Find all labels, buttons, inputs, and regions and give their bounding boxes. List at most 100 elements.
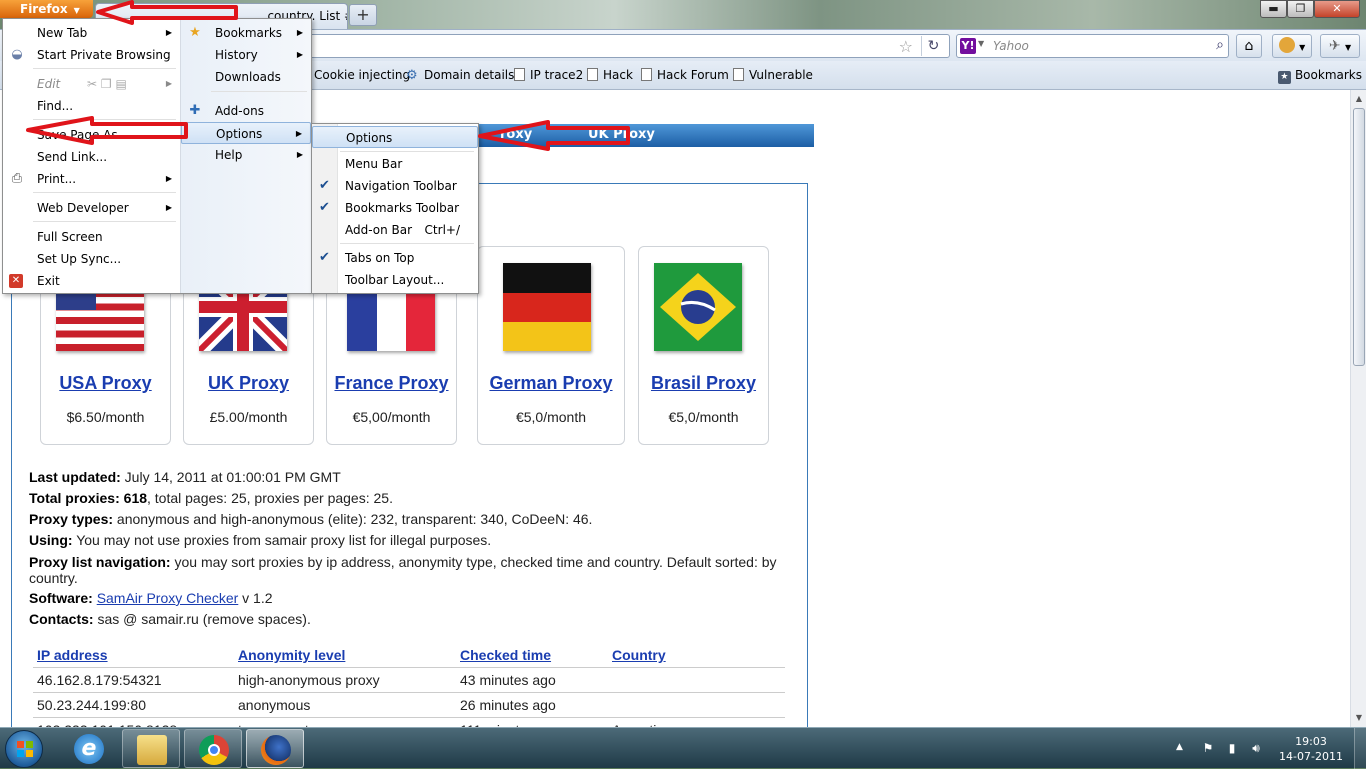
addon-button-2[interactable]: ✈ ▼ bbox=[1320, 34, 1360, 58]
printer-icon: ⎙ bbox=[11, 171, 23, 186]
menu-label: Find... bbox=[37, 99, 74, 113]
system-clock[interactable]: 19:03 14-07-2011 bbox=[1277, 734, 1345, 764]
clock-date: 14-07-2011 bbox=[1279, 750, 1343, 763]
bookmark-item[interactable]: Cookie injecting bbox=[314, 68, 410, 82]
info-label: Software: bbox=[29, 590, 93, 606]
info-value: You may not use proxies from samair prox… bbox=[72, 532, 492, 548]
checkmark-icon: ✔ bbox=[319, 200, 330, 215]
search-icon[interactable]: ⌕ bbox=[1216, 37, 1224, 53]
chevron-right-icon: ▶ bbox=[296, 150, 303, 159]
submenu-item-menu-bar[interactable]: Menu Bar bbox=[312, 153, 478, 175]
scroll-down-arrow-icon[interactable]: ▼ bbox=[1353, 711, 1365, 725]
chevron-down-icon: ▼ bbox=[1345, 43, 1352, 52]
software-link[interactable]: SamAir Proxy Checker bbox=[97, 590, 239, 606]
bookmark-star-icon[interactable]: ☆ bbox=[899, 37, 913, 56]
taskbar-chrome[interactable] bbox=[184, 729, 242, 768]
yahoo-icon[interactable]: Y! bbox=[960, 38, 976, 54]
bookmark-item[interactable]: Hack Forum bbox=[641, 68, 729, 82]
show-desktop-button[interactable] bbox=[1354, 728, 1366, 769]
card-title[interactable]: USA Proxy bbox=[41, 373, 170, 394]
proxy-card-germany[interactable]: German Proxy €5,0/month bbox=[477, 246, 625, 445]
menu-item-history[interactable]: History ▶ bbox=[181, 44, 311, 66]
menu-item-web-developer[interactable]: Web Developer ▶ bbox=[3, 197, 180, 219]
reload-icon[interactable]: ↻ bbox=[921, 36, 945, 56]
column-header-country[interactable]: Country bbox=[608, 645, 785, 668]
chevron-down-icon: ▼ bbox=[1299, 43, 1306, 52]
chevron-down-icon[interactable]: ▼ bbox=[978, 39, 984, 48]
proxy-card-brazil[interactable]: Brasil Proxy €5,0/month bbox=[638, 246, 769, 445]
column-header-checked[interactable]: Checked time bbox=[456, 645, 608, 668]
menu-item-save-page[interactable]: Save Page As... bbox=[3, 124, 180, 146]
submenu-item-toolbar-layout[interactable]: Toolbar Layout... bbox=[312, 269, 478, 291]
vertical-scrollbar[interactable]: ▲ ▼ bbox=[1350, 90, 1366, 727]
table-row: 46.162.8.179:54321 high-anonymous proxy … bbox=[33, 667, 785, 693]
firefox-menu-button[interactable]: Firefox ▼ bbox=[0, 0, 93, 18]
home-button[interactable]: ⌂ bbox=[1236, 34, 1262, 58]
search-bar[interactable]: Y! ▼ Yahoo ⌕ bbox=[956, 34, 1229, 58]
taskbar-firefox[interactable] bbox=[246, 729, 304, 768]
bookmark-item[interactable]: Hack bbox=[587, 68, 633, 82]
menu-item-print[interactable]: ⎙ Print... ▶ bbox=[3, 168, 180, 190]
scroll-up-arrow-icon[interactable]: ▲ bbox=[1353, 92, 1365, 106]
card-price: €5,00/month bbox=[352, 409, 431, 425]
brazil-flag-icon bbox=[654, 263, 742, 351]
new-tab-button[interactable]: + bbox=[349, 4, 377, 26]
info-label: Proxy types: bbox=[29, 511, 114, 527]
nav-link-uk-proxy[interactable]: UK Proxy bbox=[588, 127, 655, 142]
menu-separator bbox=[33, 192, 176, 193]
submenu-item-navigation-toolbar[interactable]: ✔ Navigation Toolbar bbox=[312, 175, 478, 197]
star-icon: ★ bbox=[1277, 71, 1291, 84]
battery-icon[interactable]: ▮ bbox=[1224, 741, 1240, 755]
menu-label: Add-on Bar bbox=[345, 223, 413, 237]
menu-item-bookmarks[interactable]: ★ Bookmarks ▶ bbox=[181, 22, 311, 44]
card-title[interactable]: France Proxy bbox=[327, 373, 456, 394]
menu-item-exit[interactable]: ✕ Exit bbox=[3, 270, 180, 292]
scroll-thumb[interactable] bbox=[1353, 108, 1365, 366]
menu-item-options[interactable]: Options ▶ bbox=[181, 122, 311, 144]
menu-item-downloads[interactable]: Downloads bbox=[181, 66, 311, 88]
menu-item-addons[interactable]: ✚ Add-ons bbox=[181, 100, 311, 122]
menu-item-help[interactable]: Help ▶ bbox=[181, 144, 311, 166]
menu-item-new-tab[interactable]: New Tab ▶ bbox=[3, 22, 180, 44]
card-price: €5,0/month bbox=[668, 409, 739, 425]
nav-link-proxy[interactable]: roxy bbox=[500, 127, 532, 142]
face-icon bbox=[1278, 37, 1295, 53]
menu-item-edit[interactable]: Edit ✂ ❐ ▤ ▶ bbox=[3, 73, 180, 95]
start-button[interactable] bbox=[5, 730, 43, 768]
card-title[interactable]: German Proxy bbox=[478, 373, 624, 394]
card-title[interactable]: Brasil Proxy bbox=[639, 373, 768, 394]
taskbar-internet-explorer[interactable]: e bbox=[60, 729, 118, 768]
menu-item-setup-sync[interactable]: Set Up Sync... bbox=[3, 248, 180, 270]
addon-button[interactable]: ▼ bbox=[1272, 34, 1312, 58]
card-title[interactable]: UK Proxy bbox=[184, 373, 313, 394]
submenu-item-bookmarks-toolbar[interactable]: ✔ Bookmarks Toolbar bbox=[312, 197, 478, 219]
minimize-button[interactable]: ▬ bbox=[1260, 0, 1287, 18]
bookmark-item[interactable]: ⚙ Domain details bbox=[406, 68, 514, 83]
bookmark-item[interactable]: IP trace2 bbox=[514, 68, 583, 82]
maximize-button[interactable]: ❐ bbox=[1287, 0, 1314, 18]
submenu-item-tabs-on-top[interactable]: ✔ Tabs on Top bbox=[312, 247, 478, 269]
bookmarks-menu-button[interactable]: ★ Bookmarks bbox=[1277, 68, 1362, 84]
chevron-right-icon: ▶ bbox=[296, 28, 303, 37]
close-window-button[interactable]: ✕ bbox=[1314, 0, 1360, 18]
menu-item-private-browsing[interactable]: ◒ Start Private Browsing bbox=[3, 44, 180, 66]
volume-icon[interactable]: 🔊︎ bbox=[1248, 741, 1264, 755]
info-label: Proxy list navigation: bbox=[29, 554, 171, 570]
chevron-right-icon: ▶ bbox=[296, 50, 303, 59]
cell: transparent bbox=[234, 717, 456, 727]
column-header-ip[interactable]: IP address bbox=[33, 645, 234, 668]
submenu-item-options[interactable]: Options bbox=[312, 126, 478, 148]
menu-item-find[interactable]: Find... bbox=[3, 95, 180, 117]
chevron-right-icon: ▶ bbox=[295, 129, 302, 138]
menu-item-send-link[interactable]: Send Link... bbox=[3, 146, 180, 168]
puzzle-icon: ✚ bbox=[189, 103, 201, 118]
chevron-right-icon: ▶ bbox=[165, 174, 172, 183]
show-hidden-icons[interactable]: ▲ bbox=[1176, 742, 1183, 752]
taskbar-explorer[interactable] bbox=[122, 729, 180, 768]
action-center-icon[interactable]: ⚑ bbox=[1200, 741, 1216, 755]
page-icon bbox=[641, 68, 652, 81]
bookmark-item[interactable]: Vulnerable bbox=[733, 68, 813, 82]
menu-item-full-screen[interactable]: Full Screen bbox=[3, 226, 180, 248]
submenu-item-addon-bar[interactable]: Add-on Bar Ctrl+/ bbox=[312, 219, 478, 241]
column-header-anonymity[interactable]: Anonymity level bbox=[234, 645, 456, 668]
